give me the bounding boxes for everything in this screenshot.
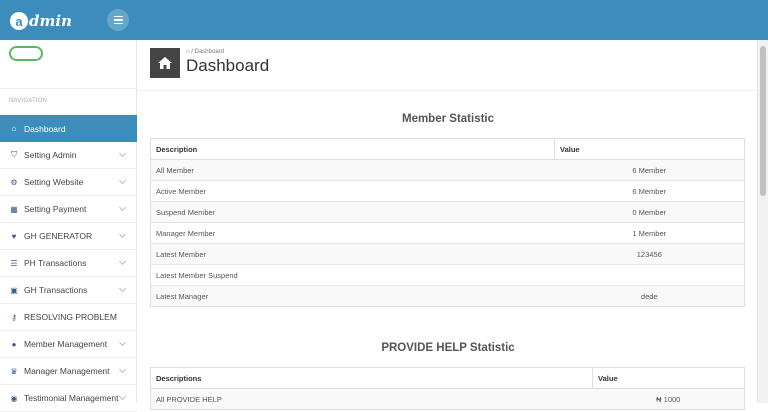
sidebar-item-testimonial-management[interactable]: ◉ Testimonial Management xyxy=(0,385,137,412)
cell-description: Manager Member xyxy=(150,222,555,244)
chevron-down-icon xyxy=(118,392,127,401)
chevron-down-icon xyxy=(118,149,127,158)
comments-icon: ◉ xyxy=(10,393,18,403)
column-header-value: Value xyxy=(554,138,745,160)
sidebar: NAVIGATION ⌂ Dashboard ⛉ Setting Admin ⚙ Sett… xyxy=(0,40,137,412)
page-header: ⌂ / Dashboard Dashboard xyxy=(150,48,269,78)
top-navbar: a dmin xyxy=(0,0,768,40)
table-row: Latest Member 123456 xyxy=(150,243,745,265)
gear-icon: ⚙ xyxy=(10,177,18,187)
logo-text: dmin xyxy=(29,12,72,30)
sidebar-item-setting-admin[interactable]: ⛉ Setting Admin xyxy=(0,142,137,169)
main-content: ⌂ / Dashboard Dashboard Member Statistic… xyxy=(138,40,758,410)
breadcrumb: ⌂ / Dashboard xyxy=(186,49,224,55)
divider xyxy=(138,90,758,91)
page-title: Dashboard xyxy=(186,56,270,75)
shield-icon: ⛉ xyxy=(11,150,17,159)
hamburger-line xyxy=(113,19,123,21)
sidebar-item-label: PH Transactions xyxy=(24,258,87,268)
nav-list: ⌂ Dashboard ⛉ Setting Admin ⚙ Setting Website… xyxy=(0,115,137,412)
table-row: Latest Manager dede xyxy=(150,285,745,307)
cell-description: Latest Member xyxy=(150,243,555,265)
logo[interactable]: a dmin xyxy=(10,9,72,33)
key-icon: ⚷ xyxy=(11,312,17,322)
sidebar-item-label: Setting Payment xyxy=(24,204,87,214)
chevron-down-icon xyxy=(118,365,127,374)
home-icon: ⌂ xyxy=(11,124,17,133)
table-row: Active Member 6 Member xyxy=(150,180,745,202)
sidebar-item-label: Member Management xyxy=(24,339,108,349)
sidebar-item-label: Dashboard xyxy=(24,123,66,134)
sidebar-item-label: RESOLVING PROBLEM xyxy=(24,312,117,322)
hamburger-icon xyxy=(113,15,123,18)
sidebar-item-ph-transactions[interactable]: ☰ PH Transactions xyxy=(0,250,137,277)
chevron-down-icon xyxy=(118,176,127,185)
sidebar-item-manager-management[interactable]: ♛ Manager Management xyxy=(0,358,137,385)
chevron-down-icon xyxy=(118,257,127,266)
column-header-description: Description xyxy=(150,138,555,160)
logo-letter: a xyxy=(10,12,28,30)
scrollbar[interactable] xyxy=(757,40,768,403)
cell-value: ₦ 1000 xyxy=(592,388,745,410)
cell-value: 0 Member xyxy=(554,201,745,223)
home-icon xyxy=(150,48,180,78)
sidebar-item-label: Testimonial Management xyxy=(24,393,119,403)
cell-description: All PROVIDE HELP xyxy=(150,388,593,410)
chevron-down-icon xyxy=(118,203,127,212)
table-row: Latest Member Suspend xyxy=(150,264,745,286)
heart-icon: ♥ xyxy=(11,231,17,241)
provide-help-statistic-title: PROVIDE HELP Statistic xyxy=(381,342,515,354)
scrollbar-thumb[interactable] xyxy=(760,46,766,196)
sidebar-item-label: GH GENERATOR xyxy=(24,231,93,241)
sidebar-item-label: Setting Website xyxy=(24,177,84,187)
cell-description: Suspend Member xyxy=(150,201,555,223)
sidebar-item-member-management[interactable]: ● Member Management xyxy=(0,331,137,358)
cell-value: 6 Member xyxy=(554,159,745,181)
sidebar-item-resolving-problem[interactable]: ⚷ RESOLVING PROBLEM xyxy=(0,304,137,331)
money-icon: ▣ xyxy=(10,285,18,295)
table-row: All Member 6 Member xyxy=(150,159,745,181)
sidebar-item-dashboard[interactable]: ⌂ Dashboard xyxy=(0,115,137,142)
chevron-down-icon xyxy=(118,284,127,293)
table-row: Suspend Member 0 Member xyxy=(150,201,745,223)
sidebar-item-setting-website[interactable]: ⚙ Setting Website xyxy=(0,169,137,196)
list-icon: ☰ xyxy=(10,258,18,268)
breadcrumb-home-icon[interactable]: ⌂ xyxy=(186,49,190,55)
cell-description: All Member xyxy=(150,159,555,181)
divider xyxy=(0,88,137,89)
trophy-icon: ♛ xyxy=(10,366,18,376)
sidebar-item-label: Manager Management xyxy=(24,366,110,376)
member-statistic-title: Member Statistic xyxy=(401,113,495,125)
cell-value: 6 Member xyxy=(554,180,745,202)
user-icon: ● xyxy=(11,339,17,349)
table-row: Manager Member 1 Member xyxy=(150,222,745,244)
breadcrumb-current: Dashboard xyxy=(194,49,224,55)
cell-value: 123456 xyxy=(554,243,745,265)
cell-value: dede xyxy=(554,285,745,307)
sidebar-item-label: Setting Admin xyxy=(24,150,77,160)
menu-toggle-button[interactable] xyxy=(107,9,129,31)
chevron-down-icon xyxy=(118,230,127,239)
cell-value: 1 Member xyxy=(554,222,745,244)
bank-icon: ▦ xyxy=(10,204,18,214)
sidebar-item-gh-generator[interactable]: ♥ GH GENERATOR xyxy=(0,223,137,250)
provide-help-statistic-table: Descriptions Value All PROVIDE HELP ₦ 100… xyxy=(150,367,745,410)
chevron-down-icon xyxy=(118,338,127,347)
table-row: All PROVIDE HELP ₦ 1000 xyxy=(150,388,745,410)
nav-header: NAVIGATION xyxy=(9,98,48,104)
sidebar-item-label: GH Transactions xyxy=(24,285,88,295)
member-statistic-table: Description Value All Member 6 Member Acti… xyxy=(150,138,745,307)
column-header-value: Value xyxy=(592,367,745,389)
sidebar-item-setting-payment[interactable]: ▦ Setting Payment xyxy=(0,196,137,223)
column-header-descriptions: Descriptions xyxy=(150,367,593,389)
sidebar-item-gh-transactions[interactable]: ▣ GH Transactions xyxy=(0,277,137,304)
cell-description: Latest Manager xyxy=(150,285,555,307)
hamburger-line xyxy=(113,22,123,25)
cell-description: Latest Member Suspend xyxy=(150,264,555,286)
cell-description: Active Member xyxy=(150,180,555,202)
cell-value xyxy=(554,264,745,286)
status-toggle[interactable] xyxy=(9,46,43,61)
